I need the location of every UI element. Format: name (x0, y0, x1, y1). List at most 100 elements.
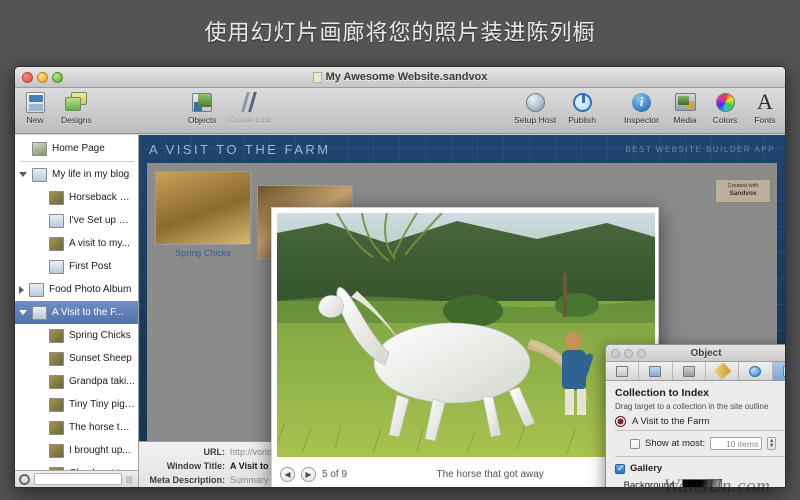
inspector-heading: Collection to Index (615, 387, 786, 399)
publish-icon (573, 90, 592, 114)
sidebar-item[interactable]: Grandpa taki... (15, 370, 138, 393)
style-inspector-icon (713, 362, 731, 380)
gear-icon[interactable] (19, 474, 30, 485)
inspector-tabs (606, 362, 786, 381)
sidebar-item[interactable]: My life in my blog (15, 163, 138, 186)
arrow-left-icon[interactable]: ◀ (280, 467, 295, 482)
toolbar-button-inspector[interactable]: i Inspector (618, 88, 665, 125)
show-at-most-stepper[interactable]: ▲▼ (767, 437, 776, 450)
inspector-subtitle: Drag target to a collection in the site … (615, 402, 786, 411)
sidebar-item-label: Tiny Tiny piglets (69, 399, 135, 410)
sidebar-item[interactable]: First Post (15, 255, 138, 278)
page-icon (49, 214, 64, 228)
toolbar-button-fonts[interactable]: A Fonts (745, 88, 785, 125)
tab-site-inspector[interactable] (639, 362, 672, 380)
preview-card-caption[interactable]: Spring Chicks (155, 245, 251, 258)
photo-icon (49, 398, 64, 412)
page-icon (49, 260, 64, 274)
sidebar-item[interactable]: I brought up... (15, 439, 138, 462)
sidebar-item[interactable]: Tiny Tiny piglets (15, 393, 138, 416)
resize-grip-icon[interactable]: ||| (126, 475, 134, 484)
arrow-right-icon[interactable]: ▶ (301, 467, 316, 482)
sidebar-item[interactable]: Food Photo Album (15, 278, 138, 301)
toolbar-button-setup-host[interactable]: Setup Host (508, 88, 562, 125)
site-outline-list[interactable]: Home Page My life in my blog Horseback Ri.… (15, 135, 138, 470)
chevron-right-icon[interactable] (19, 286, 24, 294)
toolbar-button-media[interactable]: Media (665, 88, 705, 125)
sidebar-item[interactable]: Home Page (15, 137, 138, 160)
lightbox-caption: The horse that got away (353, 469, 627, 480)
preview-tagline: BEST WEBSITE BUILDER APP (625, 145, 775, 154)
preview-card[interactable]: Spring Chicks (155, 171, 251, 272)
site-inspector-icon (649, 366, 661, 377)
metrics-inspector-icon (683, 366, 695, 377)
photo-icon (49, 352, 64, 366)
sidebar-item[interactable]: I've Set up my... (15, 209, 138, 232)
show-at-most-label: Show at most: (645, 438, 705, 449)
sidebar-item[interactable]: Spring Chicks (15, 324, 138, 347)
toolbar-button-colors[interactable]: Colors (705, 88, 745, 125)
page-icon (29, 283, 44, 297)
window-title-label: Window Title: (139, 461, 225, 471)
gallery-label: Gallery (630, 463, 662, 474)
sidebar-item[interactable]: Check out tha... (15, 462, 138, 470)
setup-host-icon (526, 90, 545, 114)
tab-link-inspector[interactable] (739, 362, 772, 380)
meta-description-label: Meta Description: (139, 475, 225, 485)
tab-object-inspector[interactable] (773, 362, 786, 380)
toolbar-button-create-link[interactable]: Create Link (223, 88, 278, 125)
show-at-most-field[interactable]: 10 items (710, 437, 762, 450)
tab-metrics-inspector[interactable] (673, 362, 706, 380)
preview-thumbnail[interactable] (155, 171, 251, 245)
preview-site-title: A VISIT TO THE FARM (149, 142, 331, 157)
sidebar-item-label: I brought up... (69, 445, 131, 456)
sidebar-item[interactable]: Sunset Sheep (15, 347, 138, 370)
collection-target-row[interactable]: A Visit to the Farm (615, 416, 786, 431)
objects-icon (192, 90, 212, 114)
sidebar-footer-field[interactable] (34, 473, 122, 485)
sidebar-item[interactable]: The horse tha... (15, 416, 138, 439)
show-at-most-row: Show at most: 10 items ▲▼ (615, 437, 786, 450)
photo-icon (49, 237, 64, 251)
lightbox-photo[interactable] (277, 213, 655, 457)
inspector-body: Collection to Index Drag target to a col… (606, 381, 786, 488)
sidebar-footer: ||| (15, 470, 138, 487)
app-window: My Awesome Website.sandvox New Designs O… (14, 66, 786, 488)
toolbar-label-fonts: Fonts (754, 115, 775, 125)
toolbar-button-objects[interactable]: Objects (182, 88, 223, 125)
toolbar-button-designs[interactable]: Designs (55, 88, 98, 125)
designs-icon (65, 90, 87, 114)
lightbox-overlay[interactable]: ◀ ▶ 5 of 9 The horse that got away Slid (271, 207, 659, 488)
chevron-down-icon[interactable] (19, 310, 27, 315)
sidebar-item-label: My life in my blog (52, 169, 129, 180)
target-bullseye-icon[interactable] (615, 416, 626, 427)
url-label: URL: (139, 447, 225, 457)
photo-icon (49, 421, 64, 435)
sidebar-item[interactable]: A Visit to the F... (15, 301, 138, 324)
tab-style-inspector[interactable] (706, 362, 739, 380)
created-with-sandvox-badge[interactable]: Created with Sandvox (715, 179, 771, 203)
chevron-down-icon[interactable] (19, 172, 27, 177)
sidebar-item-label: Horseback Ri... (69, 192, 135, 203)
sidebar-item-label: Food Photo Album (49, 284, 131, 295)
tab-page-inspector[interactable] (606, 362, 639, 380)
badge-line-1: Created with (728, 183, 759, 190)
sidebar-item-label: I've Set up my... (69, 215, 135, 226)
gallery-row: Gallery (615, 463, 786, 474)
toolbar-label-inspector: Inspector (624, 115, 659, 125)
collection-target-value: A Visit to the Farm (632, 416, 709, 427)
toolbar-button-publish[interactable]: Publish (562, 88, 602, 125)
toolbar-label-media: Media (673, 115, 696, 125)
sidebar-item-label: The horse tha... (69, 422, 135, 433)
sidebar-item[interactable]: A visit to my... (15, 232, 138, 255)
sidebar-item[interactable]: Horseback Ri... (15, 186, 138, 209)
gallery-checkbox[interactable] (615, 464, 625, 474)
new-document-icon (26, 90, 45, 114)
toolbar-label-designs: Designs (61, 115, 92, 125)
sidebar-item-label: Sunset Sheep (69, 353, 132, 364)
sidebar-item-label: Home Page (52, 143, 105, 154)
toolbar-button-new[interactable]: New (15, 88, 55, 125)
show-at-most-checkbox[interactable] (630, 439, 640, 449)
toolbar-label-colors: Colors (713, 115, 738, 125)
fonts-icon: A (757, 90, 773, 114)
